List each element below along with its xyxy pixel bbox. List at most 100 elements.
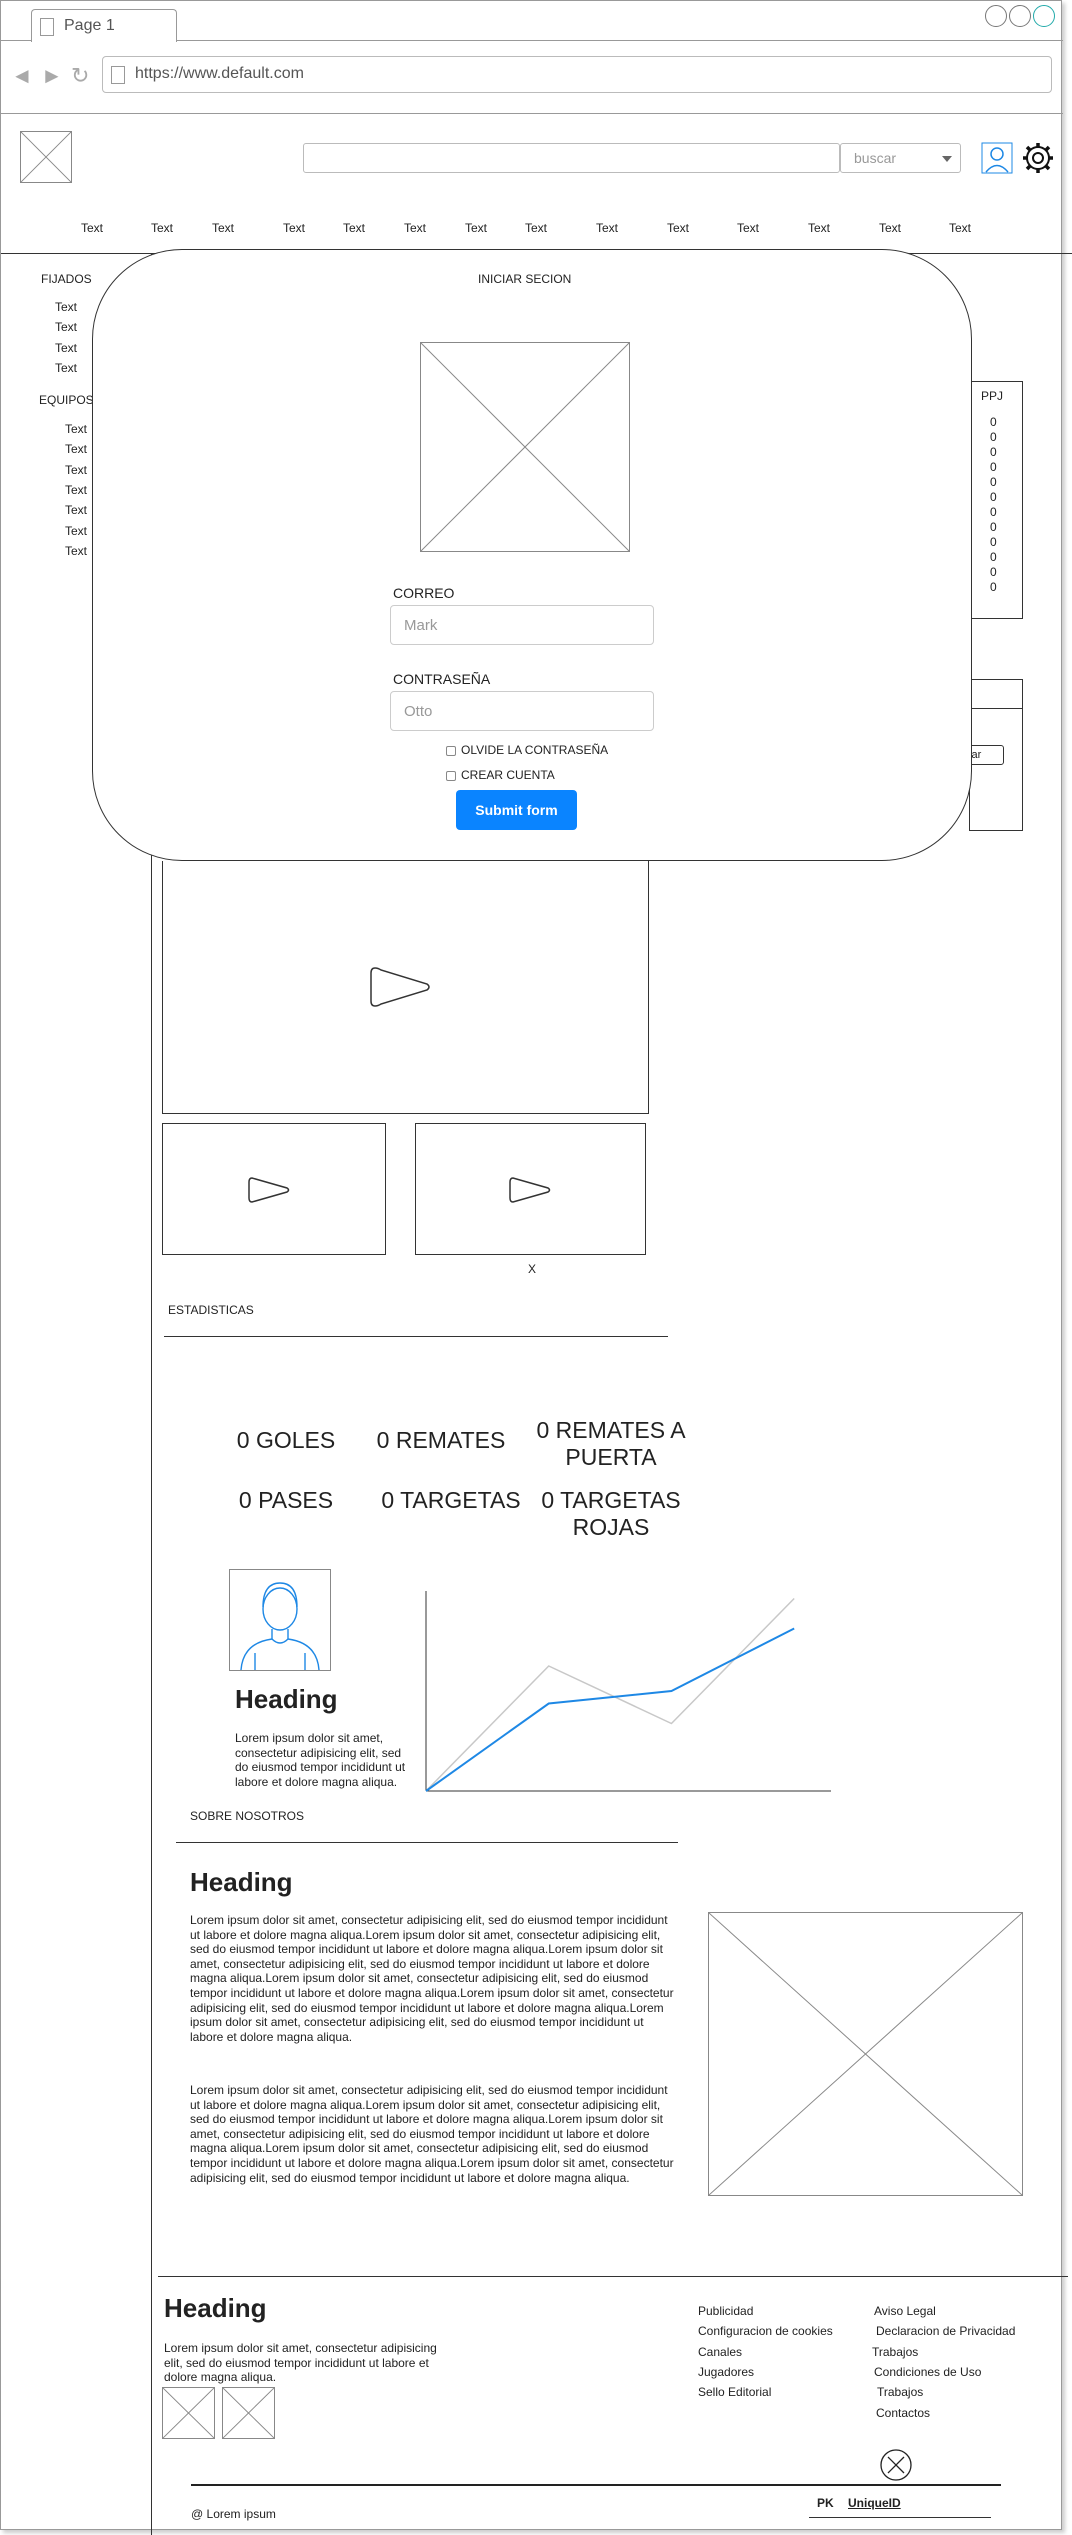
footer-link[interactable]: Contactos: [876, 2406, 930, 2420]
sidebar-item[interactable]: Text: [65, 503, 87, 517]
footer-image-1: [162, 2387, 215, 2439]
footer-text: Lorem ipsum dolor sit amet, consectetur …: [164, 2341, 437, 2385]
video-thumbnail-2[interactable]: [415, 1123, 646, 1255]
profile-text: Lorem ipsum dolor sit amet, consectetur …: [235, 1731, 406, 1789]
footer-link[interactable]: Canales: [698, 2345, 742, 2359]
footer-link[interactable]: Sello Editorial: [698, 2385, 771, 2399]
nav-item[interactable]: Text: [667, 221, 689, 235]
nav-item[interactable]: Text: [879, 221, 901, 235]
user-avatar-icon[interactable]: [981, 142, 1013, 174]
sidebar-item[interactable]: Text: [55, 341, 77, 355]
divider: [809, 2517, 991, 2518]
about-divider: [176, 1842, 678, 1843]
footer-heading: Heading: [164, 2293, 267, 2323]
nav-item[interactable]: Text: [81, 221, 103, 235]
forward-arrow-icon[interactable]: ►: [41, 63, 63, 89]
sidebar-item[interactable]: Text: [65, 442, 87, 456]
ppj-panel: PPJ 000000000000: [969, 381, 1023, 619]
url-text: https://www.default.com: [135, 65, 304, 82]
gear-icon[interactable]: [1021, 141, 1055, 175]
footer-link[interactable]: Configuracion de cookies: [698, 2324, 833, 2338]
minimize-button[interactable]: [985, 5, 1007, 27]
password-label: CONTRASEÑA: [393, 671, 491, 687]
about-title: SOBRE NOSOTROS: [190, 1809, 305, 1823]
video-close-button[interactable]: X: [528, 1262, 536, 1276]
footer-link[interactable]: Trabajos: [872, 2345, 918, 2359]
close-window-button[interactable]: [1033, 5, 1055, 27]
nav-item[interactable]: Text: [808, 221, 830, 235]
page-icon: [111, 66, 125, 84]
login-modal: INICIAR SECION CORREO Mark CONTRASEÑA Ot…: [92, 249, 972, 861]
stats-title: ESTADISTICAS: [168, 1303, 254, 1317]
footer-link[interactable]: Condiciones de Uso: [874, 2365, 981, 2379]
nav-item[interactable]: Text: [283, 221, 305, 235]
footer-link[interactable]: Aviso Legal: [874, 2304, 936, 2318]
nav-item[interactable]: Text: [404, 221, 426, 235]
play-icon[interactable]: [508, 1175, 552, 1205]
about-paragraph-2: Lorem ipsum dolor sit amet, consectetur …: [190, 2083, 674, 2185]
stats-divider: [164, 1336, 668, 1337]
sidebar-item[interactable]: Text: [65, 524, 87, 538]
nav-item[interactable]: Text: [212, 221, 234, 235]
series-line: [425, 1627, 795, 1792]
forgot-password-checkbox[interactable]: [446, 746, 456, 756]
copyright: @ Lorem ipsum: [191, 2507, 276, 2521]
equipos-title: EQUIPOS: [39, 393, 94, 407]
video-thumbnail-1[interactable]: [162, 1123, 386, 1255]
password-field[interactable]: Otto: [390, 691, 654, 731]
email-field[interactable]: Mark: [390, 605, 654, 645]
nav-item[interactable]: Text: [596, 221, 618, 235]
modal-title: INICIAR SECION: [478, 272, 572, 286]
sidebar-item[interactable]: Text: [55, 300, 77, 314]
play-icon[interactable]: [369, 964, 433, 1010]
stat-item: 0 PASES: [238, 1487, 334, 1513]
create-account-checkbox[interactable]: [446, 771, 456, 781]
nav-item[interactable]: Text: [737, 221, 759, 235]
ppj-value: 0: [990, 460, 997, 474]
about-image: [708, 1912, 1023, 2196]
sidebar-item[interactable]: Text: [65, 544, 87, 558]
ppj-value: 0: [990, 490, 997, 504]
sidebar-item[interactable]: Text: [55, 361, 77, 375]
ppj-value: 0: [990, 415, 997, 429]
footer-image-2: [222, 2387, 275, 2439]
stat-item: 0 GOLES: [236, 1427, 336, 1453]
nav-item[interactable]: Text: [465, 221, 487, 235]
unique-id-label: UniqueID: [848, 2496, 901, 2510]
maximize-button[interactable]: [1009, 5, 1031, 27]
footer-link[interactable]: Publicidad: [698, 2304, 753, 2318]
browser-tab[interactable]: Page 1: [31, 9, 177, 42]
sidebar-item[interactable]: Text: [65, 483, 87, 497]
nav-item[interactable]: Text: [525, 221, 547, 235]
footer-link[interactable]: Trabajos: [877, 2385, 923, 2399]
footer-bottom-line: [191, 2484, 1001, 2486]
ppj-value: 0: [990, 550, 997, 564]
password-value: Otto: [404, 703, 433, 720]
fijados-title: FIJADOS: [41, 272, 92, 286]
ppj-value: 0: [990, 565, 997, 579]
footer-link[interactable]: Jugadores: [698, 2365, 754, 2379]
series-line: [425, 1597, 795, 1792]
nav-item[interactable]: Text: [343, 221, 365, 235]
reload-icon[interactable]: ↻: [71, 63, 89, 89]
search-input[interactable]: [303, 143, 840, 173]
player-avatar-icon: [229, 1569, 331, 1671]
nav-item[interactable]: Text: [949, 221, 971, 235]
sidebar-item[interactable]: Text: [65, 463, 87, 477]
sidebar-item[interactable]: Text: [65, 422, 87, 436]
main-video[interactable]: [162, 861, 649, 1114]
play-icon[interactable]: [247, 1175, 291, 1205]
email-value: Mark: [404, 617, 438, 634]
stat-item: 0 REMATES: [376, 1427, 506, 1453]
back-arrow-icon[interactable]: ◄: [11, 63, 33, 89]
side-panel: var: [960, 679, 1023, 831]
stat-item: 0 TARGETAS ROJAS: [541, 1487, 681, 1540]
submit-button[interactable]: Submit form: [456, 790, 577, 830]
address-bar[interactable]: https://www.default.com: [102, 56, 1052, 93]
nav-item[interactable]: Text: [151, 221, 173, 235]
search-select[interactable]: buscar: [840, 143, 961, 173]
footer-link[interactable]: Declaracion de Privacidad: [876, 2324, 1015, 2338]
forgot-password-label: OLVIDE LA CONTRASEÑA: [461, 743, 609, 757]
close-circle-icon[interactable]: [879, 2448, 913, 2482]
sidebar-item[interactable]: Text: [55, 320, 77, 334]
